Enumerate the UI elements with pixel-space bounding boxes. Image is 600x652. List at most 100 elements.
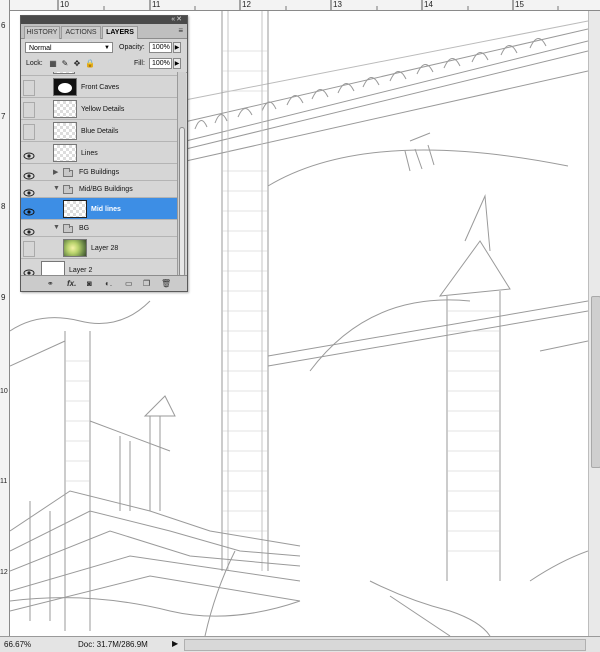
layer-row-mid-bg-buildings[interactable]: ▼ Mid/BG Buildings [21,181,177,198]
group-icon[interactable]: ▭ [125,279,133,288]
layer-name[interactable]: BG [79,225,89,232]
layer-row-mid-lines[interactable]: Mid lines [21,198,177,220]
layer-thumbnail [53,100,77,118]
ruler-number: 11 [152,0,161,9]
visibility-toggle[interactable] [23,124,35,140]
zoom-level[interactable]: 66.67% [4,640,31,649]
fx-icon[interactable]: fx. [67,279,76,288]
blend-mode-value: Normal [29,45,52,52]
doc-size: Doc: 31.7M/286.9M [78,640,148,649]
vertical-ruler[interactable]: 6 7 8 9 10 11 12 [0,0,10,636]
layer-name[interactable]: Blue Details [81,128,118,135]
ruler-number: 6 [1,21,6,30]
ruler-number: 11 [0,478,8,485]
lock-label: Lock: [26,60,43,67]
visibility-toggle[interactable] [23,80,35,96]
panel-footer: ⚭ fx. ◙ ◐. ▭ ❐ 🗑 [21,275,187,291]
visibility-toggle[interactable] [23,102,35,118]
collapse-triangle-icon[interactable]: ▼ [53,224,60,231]
ruler-ticks [57,0,559,10]
collapse-triangle-icon[interactable]: ▼ [53,185,60,192]
status-menu-arrow-icon[interactable]: ▶ [172,639,178,648]
collapse-close-icon[interactable]: «✕ [171,15,183,23]
ruler-number: 8 [1,202,6,211]
layer-thumbnail [63,239,87,257]
visibility-toggle[interactable] [23,241,35,257]
ruler-number: 12 [242,0,251,9]
panel-tabs: HISTORY ACTIONS LAYERS ≡ [21,24,187,39]
scrollbar-thumb[interactable] [591,296,600,468]
expand-triangle-icon[interactable]: ▶ [53,168,58,176]
opacity-input[interactable]: 100% [149,42,172,53]
vertical-scrollbar[interactable] [588,11,600,636]
tab-history[interactable]: HISTORY [24,26,60,39]
lock-image-icon[interactable]: ✎ [61,59,69,68]
layer-name[interactable]: Layer 2 [69,267,92,274]
mask-icon[interactable]: ◙ [87,279,92,288]
lock-position-icon[interactable]: ✥ [73,59,81,68]
eye-icon[interactable] [23,265,35,276]
layers-scrollbar[interactable] [177,72,186,277]
layer-thumbnail [53,78,77,96]
blend-opacity-row: Normal ▼ Opacity: 100% ▶ [21,39,187,56]
trash-icon[interactable]: 🗑 [161,279,171,288]
fill-input[interactable]: 100% [149,58,172,69]
adjustment-icon[interactable]: ◐. [105,279,112,288]
opacity-slider-button[interactable]: ▶ [173,42,181,53]
layer-row-blue-details[interactable]: Blue Details [21,120,177,142]
lock-all-icon[interactable]: 🔒 [85,59,95,68]
layer-thumbnail [53,144,77,162]
link-icon[interactable]: ⚭ [47,279,54,288]
eye-icon[interactable] [23,168,35,180]
layer-thumbnail [53,122,77,140]
panel-titlebar[interactable]: «✕ [21,16,187,24]
layer-row-layer-2[interactable]: Layer 2 [21,259,177,276]
layer-name[interactable]: Yellow Details [81,106,124,113]
fill-label: Fill: [134,60,145,67]
layer-thumbnail [53,72,75,74]
ruler-number: 15 [515,0,524,9]
scrollbar-thumb[interactable] [179,127,185,277]
fill-slider-button[interactable]: ▶ [173,58,181,69]
folder-icon [63,224,73,233]
layer-name[interactable]: FG Buildings [79,169,119,176]
layer-row-yellow-details[interactable]: Yellow Details [21,98,177,120]
ruler-number: 7 [1,112,6,121]
layer-name[interactable]: Lines [81,150,98,157]
eye-icon[interactable] [23,185,35,197]
eye-icon[interactable] [23,224,35,236]
layer-row-layer-28[interactable]: Layer 28 [21,237,177,259]
ruler-number: 12 [0,569,8,576]
ruler-number: 10 [60,0,69,9]
eye-icon[interactable] [23,148,35,160]
layer-row-lines[interactable]: Lines [21,142,177,164]
eye-icon[interactable] [23,204,35,216]
opacity-label: Opacity: [119,44,145,51]
folder-icon [63,168,73,177]
panel-menu-icon[interactable]: ≡ [178,26,183,35]
layer-thumbnail [41,261,65,276]
tab-actions[interactable]: ACTIONS [61,26,101,39]
layer-name[interactable]: Front Caves [81,84,119,91]
folder-icon [63,185,73,194]
ruler-number: 13 [333,0,342,9]
layer-name[interactable]: Layer 28 [91,245,118,252]
blend-mode-select[interactable]: Normal ▼ [25,42,113,53]
layers-panel[interactable]: «✕ HISTORY ACTIONS LAYERS ≡ Normal ▼ Opa… [20,15,188,292]
layer-row-front-caves[interactable]: Front Caves [21,76,177,98]
ruler-number: 14 [424,0,433,9]
tab-layers[interactable]: LAYERS [102,26,138,39]
layer-list[interactable]: Front Caves Yellow Details Blue Details … [21,72,177,276]
layer-thumbnail [63,200,87,218]
ruler-number: 10 [0,388,8,395]
lock-fill-row: Lock: ▦ ✎ ✥ 🔒 Fill: 100% ▶ [21,56,187,73]
layer-name[interactable]: Mid/BG Buildings [79,186,133,193]
layer-row-bg[interactable]: ▼ BG [21,220,177,237]
layer-name[interactable]: Mid lines [91,206,121,213]
new-layer-icon[interactable]: ❐ [143,279,150,288]
horizontal-ruler[interactable]: 10 11 12 13 14 15 [0,0,600,11]
horizontal-scrollbar[interactable] [184,639,586,651]
layer-row-fg-buildings[interactable]: ▶ FG Buildings [21,164,177,181]
ruler-number: 9 [1,293,6,302]
lock-transparent-icon[interactable]: ▦ [49,59,57,68]
